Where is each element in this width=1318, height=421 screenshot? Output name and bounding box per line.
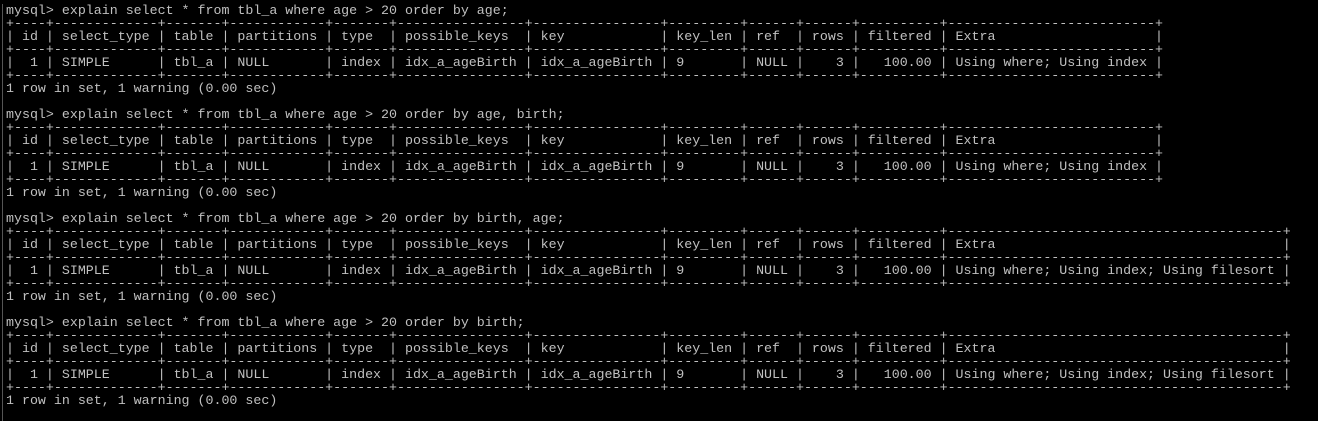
- result-footer: 1 row in set, 1 warning (0.00 sec): [6, 185, 278, 200]
- terminal-output[interactable]: mysql> explain select * from tbl_a where…: [2, 4, 1318, 421]
- result-footer: 1 row in set, 1 warning (0.00 sec): [6, 393, 278, 408]
- result-footer: 1 row in set, 1 warning (0.00 sec): [6, 289, 278, 304]
- result-footer: 1 row in set, 1 warning (0.00 sec): [6, 81, 278, 96]
